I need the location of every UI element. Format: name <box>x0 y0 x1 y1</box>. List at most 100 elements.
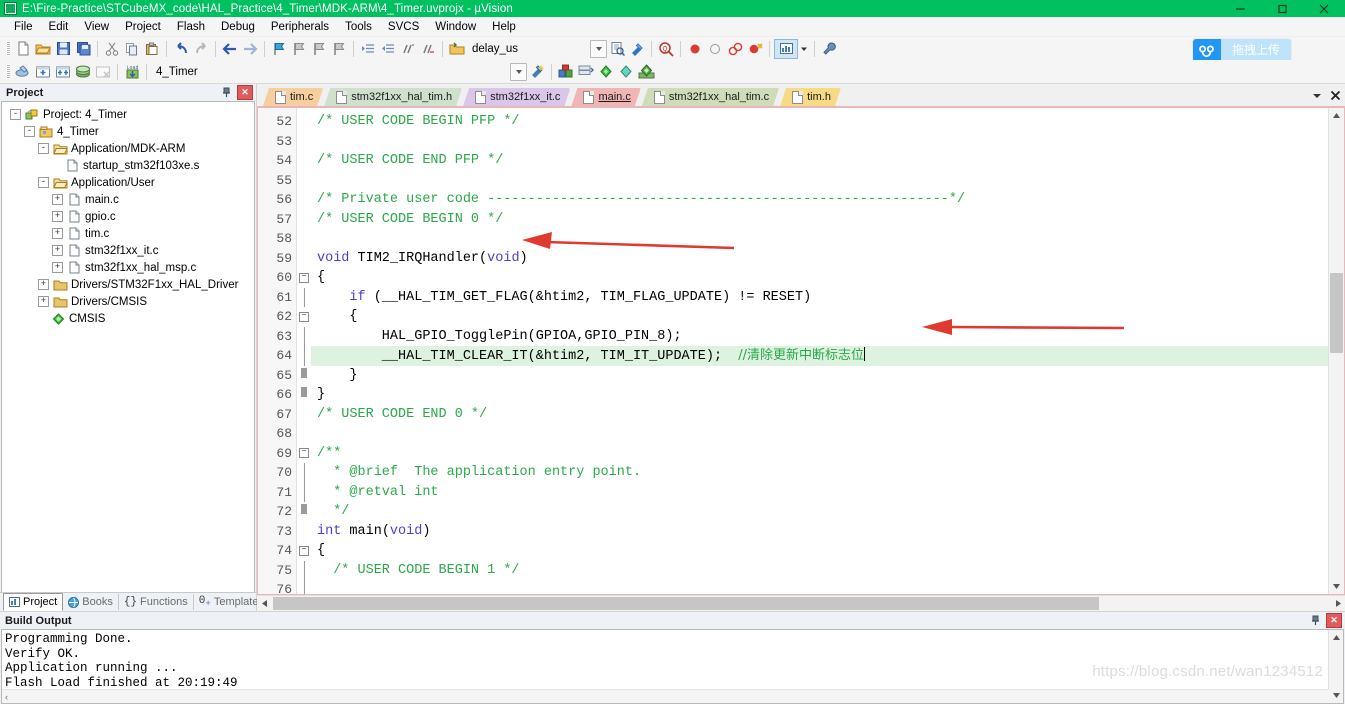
expand-icon[interactable]: + <box>38 279 49 290</box>
code-line[interactable]: } <box>311 385 1328 405</box>
collapse-icon[interactable]: - <box>38 143 49 154</box>
bookmark-next-icon[interactable] <box>309 39 329 58</box>
redo-icon[interactable] <box>191 39 211 58</box>
kill-all-breakpoints-icon[interactable] <box>745 39 765 58</box>
code-text[interactable]: /* USER CODE BEGIN PFP */ /* USER CODE E… <box>311 108 1328 594</box>
indent-icon[interactable] <box>358 39 378 58</box>
code-line[interactable]: int main(void) <box>311 522 1328 542</box>
undo-icon[interactable] <box>171 39 191 58</box>
project-tree[interactable]: -Project: 4_Timer-4_Timer-Application/MD… <box>1 101 255 592</box>
manage-windows-icon[interactable] <box>774 39 798 59</box>
chevron-down-icon[interactable] <box>510 63 527 81</box>
disable-breakpoint-icon[interactable] <box>705 39 725 58</box>
build-icon[interactable] <box>33 62 53 81</box>
code-line[interactable]: { <box>311 307 1328 327</box>
code-line[interactable]: /** <box>311 444 1328 464</box>
stop-build-icon[interactable] <box>93 62 113 81</box>
menu-debug[interactable]: Debug <box>213 19 263 35</box>
tree-item-main-c[interactable]: +main.c <box>2 191 254 208</box>
minimize-button[interactable] <box>1219 0 1261 17</box>
packs-icon[interactable] <box>576 62 596 81</box>
pin-icon[interactable] <box>1308 614 1322 628</box>
code-line[interactable]: /* USER CODE BEGIN PFP */ <box>311 112 1328 132</box>
tree-item-drivers-stm32f1xx-hal-driver[interactable]: +Drivers/STM32F1xx_HAL_Driver <box>2 276 254 293</box>
editor-tab-main-c[interactable]: main.c <box>571 88 640 106</box>
editor-tab-stm32f1xx-hal-tim-h[interactable]: stm32f1xx_hal_tim.h <box>324 88 462 106</box>
uncomment-icon[interactable] <box>418 39 438 58</box>
menu-edit[interactable]: Edit <box>41 19 77 35</box>
code-line[interactable]: void TIM2_IRQHandler(void) <box>311 249 1328 269</box>
code-line[interactable]: } <box>311 366 1328 386</box>
target-dropdown[interactable] <box>510 63 527 81</box>
expand-icon[interactable]: + <box>52 228 63 239</box>
target-options-icon[interactable] <box>527 62 547 81</box>
open-file-icon[interactable] <box>33 39 53 58</box>
code-line[interactable]: HAL_GPIO_TogglePin(GPIOA,GPIO_PIN_8); <box>311 327 1328 347</box>
back-icon[interactable] <box>220 39 240 58</box>
collapse-icon[interactable]: - <box>24 126 35 137</box>
find-combo[interactable]: delay_us <box>469 40 588 58</box>
fold-column[interactable]: −−−− <box>297 108 311 594</box>
incremental-find-icon[interactable] <box>627 39 647 58</box>
chevron-down-icon[interactable] <box>590 40 607 58</box>
close-icon[interactable] <box>1330 90 1341 104</box>
manage-project-icon[interactable] <box>616 62 636 81</box>
tree-item-drivers-cmsis[interactable]: +Drivers/CMSIS <box>2 293 254 310</box>
code-line[interactable] <box>311 580 1328 594</box>
tree-item-stm32f1xx-it-c[interactable]: +stm32f1xx_it.c <box>2 242 254 259</box>
menu-svcs[interactable]: SVCS <box>380 19 427 35</box>
code-line[interactable]: */ <box>311 502 1328 522</box>
fold-collapse-icon[interactable]: − <box>297 307 311 327</box>
bookmark-clear-icon[interactable] <box>329 39 349 58</box>
scroll-up-button[interactable] <box>1329 630 1344 645</box>
tree-item-startup-stm32f103xe-s[interactable]: startup_stm32f103xe.s <box>2 157 254 174</box>
rebuild-icon[interactable] <box>53 62 73 81</box>
translate-icon[interactable] <box>13 62 33 81</box>
collapse-icon[interactable]: - <box>38 177 49 188</box>
tab-books[interactable]: Books <box>63 594 119 610</box>
code-line[interactable]: { <box>311 268 1328 288</box>
close-button[interactable] <box>1303 0 1345 17</box>
code-line[interactable]: /* USER CODE BEGIN 0 */ <box>311 210 1328 230</box>
scroll-left-button[interactable] <box>257 596 271 611</box>
code-line[interactable]: if (__HAL_TIM_GET_FLAG(&htim2, TIM_FLAG_… <box>311 288 1328 308</box>
menu-help[interactable]: Help <box>484 19 524 35</box>
baidu-upload-widget[interactable]: 拖拽上传 <box>1193 39 1291 62</box>
code-line[interactable]: /* Private user code -------------------… <box>311 190 1328 210</box>
menu-flash[interactable]: Flash <box>169 19 213 35</box>
menu-window[interactable]: Window <box>427 19 484 35</box>
editor-horizontal-scrollbar[interactable] <box>257 595 1345 611</box>
menu-project[interactable]: Project <box>117 19 169 35</box>
target-value[interactable]: 4_Timer <box>153 66 258 78</box>
cut-icon[interactable] <box>102 39 122 58</box>
menu-file[interactable]: File <box>6 19 41 35</box>
build-horizontal-scrollbar[interactable]: ‹ <box>2 689 1329 703</box>
find-in-files-icon[interactable] <box>607 39 627 58</box>
project-settings-icon[interactable] <box>636 62 656 81</box>
editor-tab-stm32f1xx-hal-tim-c[interactable]: stm32f1xx_hal_tim.c <box>642 88 779 106</box>
expand-icon[interactable]: + <box>52 262 63 273</box>
scroll-right-button[interactable] <box>1331 596 1345 611</box>
copy-icon[interactable] <box>122 39 142 58</box>
close-icon[interactable]: ✕ <box>237 85 253 100</box>
menu-tools[interactable]: Tools <box>337 19 380 35</box>
find-dropdown[interactable] <box>590 40 607 58</box>
manage-windows-dropdown[interactable] <box>798 39 810 58</box>
build-vertical-scrollbar[interactable] <box>1328 630 1343 703</box>
tree-item-application-mdk-arm[interactable]: -Application/MDK-ARM <box>2 140 254 157</box>
scroll-up-button[interactable] <box>1329 108 1344 123</box>
horizontal-scroll-thumb[interactable] <box>273 597 1099 610</box>
tab-functions[interactable]: {} Functions <box>119 594 194 610</box>
vertical-scroll-thumb[interactable] <box>1330 273 1343 353</box>
code-line[interactable] <box>311 229 1328 249</box>
bookmark-prev-icon[interactable] <box>289 39 309 58</box>
build-output-body[interactable]: Programming Done.Verify OK.Application r… <box>1 629 1344 704</box>
fold-collapse-icon[interactable]: − <box>297 541 311 561</box>
pack-installer-icon[interactable] <box>596 62 616 81</box>
collapse-icon[interactable]: - <box>10 109 21 120</box>
tree-item-stm32f1xx-hal-msp-c[interactable]: +stm32f1xx_hal_msp.c <box>2 259 254 276</box>
disable-all-breakpoints-icon[interactable] <box>725 39 745 58</box>
editor-tab-stm32f1xx-it-c[interactable]: stm32f1xx_it.c <box>463 88 570 106</box>
download-icon[interactable]: Load <box>122 62 142 81</box>
tab-project[interactable]: Project <box>3 593 63 611</box>
